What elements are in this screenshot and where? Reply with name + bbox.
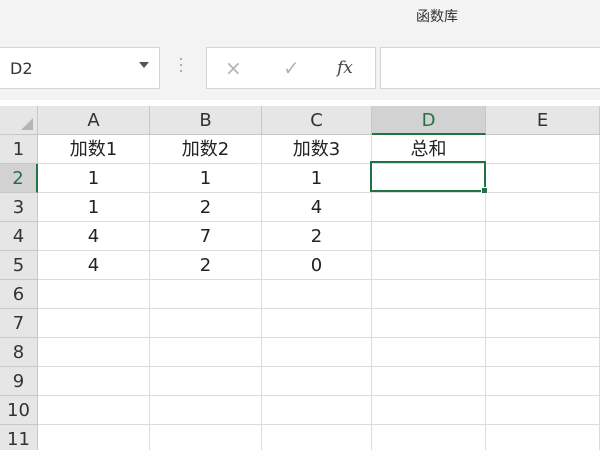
column-header-d[interactable]: D bbox=[372, 106, 486, 135]
row-header-2[interactable]: 2 bbox=[0, 164, 38, 193]
cell-d8[interactable] bbox=[372, 338, 486, 367]
cell-c10[interactable] bbox=[262, 396, 372, 425]
cell-c4[interactable]: 2 bbox=[262, 222, 372, 251]
enter-icon[interactable]: ✓ bbox=[283, 56, 300, 80]
cell-d6[interactable] bbox=[372, 280, 486, 309]
column-header-e[interactable]: E bbox=[486, 106, 600, 135]
cell-b1[interactable]: 加数2 bbox=[150, 135, 262, 164]
cell-e4[interactable] bbox=[486, 222, 600, 251]
column-header-c[interactable]: C bbox=[262, 106, 372, 135]
cell-e7[interactable] bbox=[486, 309, 600, 338]
cell-d11[interactable] bbox=[372, 425, 486, 450]
cell-c3[interactable]: 4 bbox=[262, 193, 372, 222]
formula-bar: D2 × ✓ fx bbox=[0, 34, 600, 100]
cell-b10[interactable] bbox=[150, 396, 262, 425]
row-header-6[interactable]: 6 bbox=[0, 280, 38, 309]
drag-handle-icon[interactable] bbox=[178, 54, 184, 76]
cell-b7[interactable] bbox=[150, 309, 262, 338]
row-header-11[interactable]: 11 bbox=[0, 425, 38, 450]
formula-buttons: × ✓ fx bbox=[206, 47, 376, 89]
row-header-3[interactable]: 3 bbox=[0, 193, 38, 222]
ribbon: 函数库 bbox=[0, 0, 600, 34]
cell-a2[interactable]: 1 bbox=[38, 164, 150, 193]
cell-e2[interactable] bbox=[486, 164, 600, 193]
select-all-button[interactable] bbox=[0, 106, 38, 135]
cell-d4[interactable] bbox=[372, 222, 486, 251]
cell-d3[interactable] bbox=[372, 193, 486, 222]
cell-b2[interactable]: 1 bbox=[150, 164, 262, 193]
cell-c5[interactable]: 0 bbox=[262, 251, 372, 280]
cancel-icon[interactable]: × bbox=[225, 56, 242, 80]
column-header-a[interactable]: A bbox=[38, 106, 150, 135]
cell-b9[interactable] bbox=[150, 367, 262, 396]
cell-c11[interactable] bbox=[262, 425, 372, 450]
select-all-icon bbox=[21, 118, 33, 130]
cell-a11[interactable] bbox=[38, 425, 150, 450]
cell-c2[interactable]: 1 bbox=[262, 164, 372, 193]
active-cell-outline bbox=[370, 161, 486, 192]
cell-d1[interactable]: 总和 bbox=[372, 135, 486, 164]
cell-e11[interactable] bbox=[486, 425, 600, 450]
cell-a6[interactable] bbox=[38, 280, 150, 309]
fill-handle[interactable] bbox=[481, 187, 488, 194]
cell-e8[interactable] bbox=[486, 338, 600, 367]
cell-c6[interactable] bbox=[262, 280, 372, 309]
cell-e10[interactable] bbox=[486, 396, 600, 425]
chevron-down-icon[interactable] bbox=[139, 62, 149, 68]
cell-c1[interactable]: 加数3 bbox=[262, 135, 372, 164]
cell-a7[interactable] bbox=[38, 309, 150, 338]
cell-c8[interactable] bbox=[262, 338, 372, 367]
cell-c9[interactable] bbox=[262, 367, 372, 396]
cell-b4[interactable]: 7 bbox=[150, 222, 262, 251]
cell-a1[interactable]: 加数1 bbox=[38, 135, 150, 164]
cell-d10[interactable] bbox=[372, 396, 486, 425]
cell-b6[interactable] bbox=[150, 280, 262, 309]
cell-e1[interactable] bbox=[486, 135, 600, 164]
insert-function-icon[interactable]: fx bbox=[337, 56, 353, 80]
cell-b5[interactable]: 2 bbox=[150, 251, 262, 280]
cell-b8[interactable] bbox=[150, 338, 262, 367]
cell-b3[interactable]: 2 bbox=[150, 193, 262, 222]
cell-b11[interactable] bbox=[150, 425, 262, 450]
cell-d7[interactable] bbox=[372, 309, 486, 338]
cell-a8[interactable] bbox=[38, 338, 150, 367]
cell-d5[interactable] bbox=[372, 251, 486, 280]
cell-e5[interactable] bbox=[486, 251, 600, 280]
formula-input[interactable] bbox=[380, 47, 600, 89]
cell-e3[interactable] bbox=[486, 193, 600, 222]
cell-d9[interactable] bbox=[372, 367, 486, 396]
cell-a5[interactable]: 4 bbox=[38, 251, 150, 280]
column-header-b[interactable]: B bbox=[150, 106, 262, 135]
row-header-8[interactable]: 8 bbox=[0, 338, 38, 367]
cell-a3[interactable]: 1 bbox=[38, 193, 150, 222]
ribbon-group-function-library[interactable]: 函数库 bbox=[416, 6, 458, 26]
name-box[interactable]: D2 bbox=[0, 47, 160, 89]
cell-c7[interactable] bbox=[262, 309, 372, 338]
row-header-5[interactable]: 5 bbox=[0, 251, 38, 280]
cell-a9[interactable] bbox=[38, 367, 150, 396]
row-header-7[interactable]: 7 bbox=[0, 309, 38, 338]
row-header-1[interactable]: 1 bbox=[0, 135, 38, 164]
name-box-value: D2 bbox=[10, 59, 33, 78]
cell-e6[interactable] bbox=[486, 280, 600, 309]
cell-a4[interactable]: 4 bbox=[38, 222, 150, 251]
spreadsheet-grid: A B C D E 1 加数1 加数2 加数3 总和 2 1 1 1 3 1 2 4 4 4 7 2 5 4 2 0 6 7 8 9 10 1… bbox=[0, 100, 600, 450]
row-header-9[interactable]: 9 bbox=[0, 367, 38, 396]
row-header-4[interactable]: 4 bbox=[0, 222, 38, 251]
cell-e9[interactable] bbox=[486, 367, 600, 396]
row-header-10[interactable]: 10 bbox=[0, 396, 38, 425]
cell-a10[interactable] bbox=[38, 396, 150, 425]
